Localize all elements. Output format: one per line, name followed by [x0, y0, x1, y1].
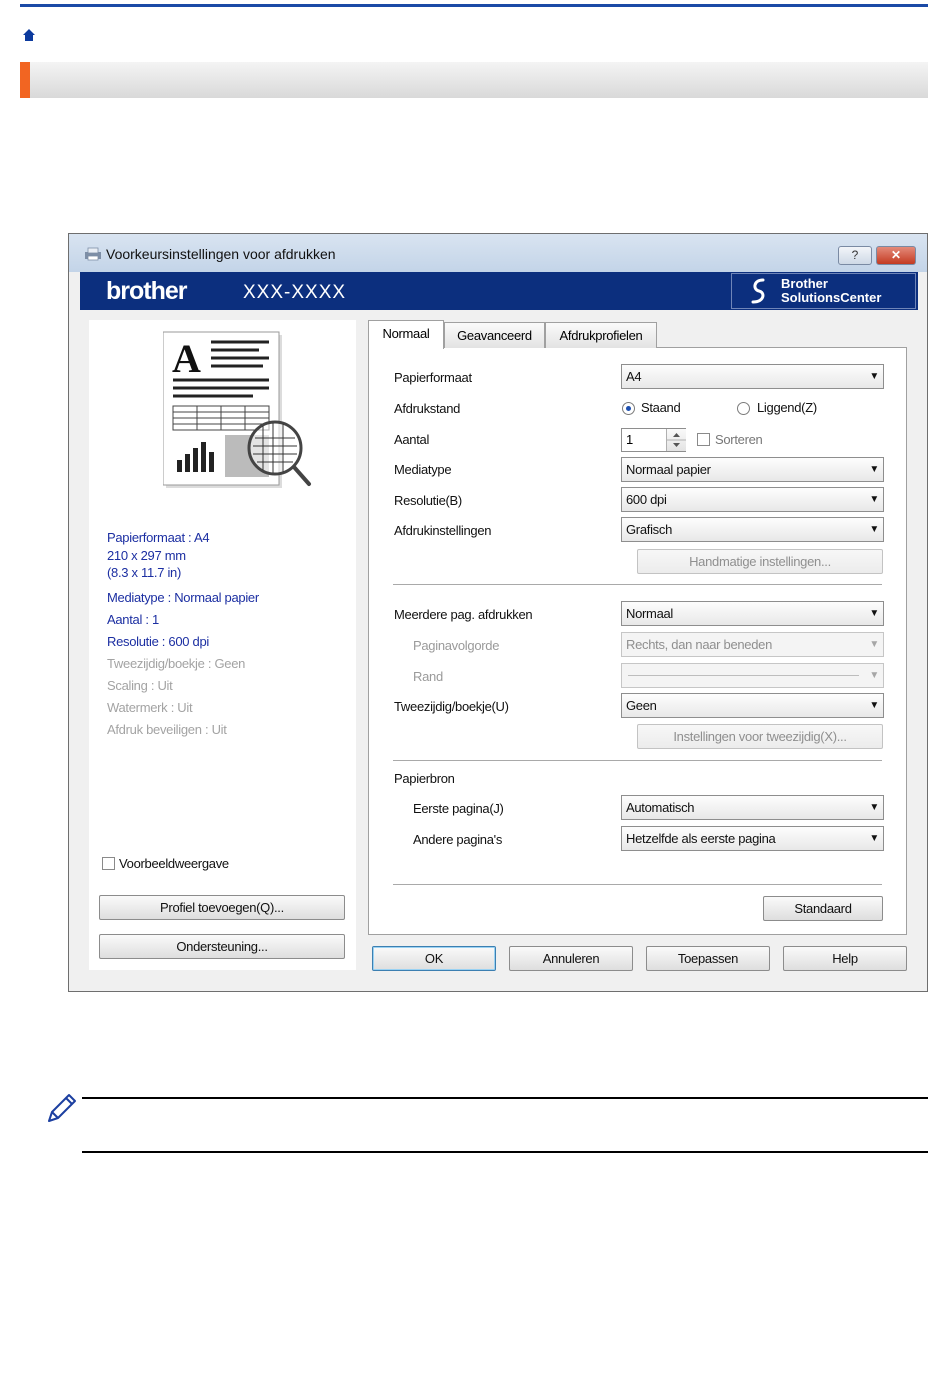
chevron-down-icon: ▼ — [869, 464, 879, 475]
stepper-arrows-icon — [667, 433, 686, 447]
default-button[interactable]: Standaard — [763, 896, 883, 921]
ok-button[interactable]: OK — [372, 946, 496, 971]
other-pages-select[interactable]: Hetzelfde als eerste pagina ▼ — [621, 826, 884, 851]
manual-settings-button[interactable]: Handmatige instellingen... — [637, 549, 883, 574]
duplex-settings-button[interactable]: Instellingen voor tweezijdig(X)... — [637, 724, 883, 749]
chevron-down-icon: ▼ — [869, 608, 879, 619]
paper-size-label: Papierformaat — [394, 370, 472, 385]
border-select[interactable]: ▼ — [621, 663, 884, 688]
add-profile-button[interactable]: Profiel toevoegen(Q)... — [99, 895, 345, 920]
dialog-title: Voorkeursinstellingen voor afdrukken — [106, 246, 336, 262]
other-pages-label: Andere pagina's — [413, 832, 503, 847]
help-title-button[interactable]: ? — [838, 246, 872, 265]
first-page-select[interactable]: Automatisch ▼ — [621, 795, 884, 820]
chevron-down-icon: ▼ — [869, 700, 879, 711]
section-heading-bar — [20, 62, 928, 98]
divider — [393, 760, 882, 761]
brother-logo: brother — [106, 277, 187, 305]
media-label: Mediatype — [394, 462, 452, 477]
chevron-down-icon: ▼ — [869, 494, 879, 505]
summary-duplex: Tweezijdig/boekje : Geen — [107, 656, 246, 671]
resolution-select[interactable]: 600 dpi ▼ — [621, 487, 884, 512]
cancel-button[interactable]: Annuleren — [509, 946, 633, 971]
summary-paper: Papierformaat : A4 — [107, 530, 210, 545]
multipage-select[interactable]: Normaal ▼ — [621, 601, 884, 626]
portrait-radio[interactable] — [622, 402, 635, 415]
pencil-icon — [48, 1094, 76, 1122]
chevron-down-icon: ▼ — [869, 371, 879, 382]
chevron-down-icon: ▼ — [869, 639, 879, 650]
border-line-sample — [628, 675, 859, 676]
divider — [393, 584, 882, 585]
portrait-label[interactable]: Staand — [641, 400, 681, 415]
home-icon[interactable] — [22, 28, 36, 42]
landscape-label[interactable]: Liggend(Z) — [757, 400, 817, 415]
chevron-down-icon: ▼ — [869, 524, 879, 535]
paper-size-select[interactable]: A4 ▼ — [621, 364, 884, 389]
chevron-down-icon: ▼ — [869, 670, 879, 681]
apply-button[interactable]: Toepassen — [646, 946, 770, 971]
page-order-select[interactable]: Rechts, dan naar beneden ▼ — [621, 632, 884, 657]
support-button[interactable]: Ondersteuning... — [99, 934, 345, 959]
tab-geavanceerd[interactable]: Geavanceerd — [444, 322, 545, 348]
duplex-select[interactable]: Geen ▼ — [621, 693, 884, 718]
close-button[interactable]: ✕ — [876, 246, 916, 265]
summary-scaling: Scaling : Uit — [107, 678, 173, 693]
chevron-down-icon: ▼ — [869, 833, 879, 844]
svg-text:A: A — [172, 336, 201, 381]
copies-label: Aantal — [394, 432, 430, 447]
border-label: Rand — [413, 669, 443, 684]
divider — [393, 884, 882, 885]
orientation-label: Afdrukstand — [394, 401, 461, 416]
heading-accent — [20, 62, 30, 98]
print-settings-label: Afdrukinstellingen — [394, 523, 492, 538]
summary-resolution: Resolutie : 600 dpi — [107, 634, 209, 649]
summary-media: Mediatype : Normaal papier — [107, 590, 259, 605]
landscape-radio[interactable] — [737, 402, 750, 415]
tab-normaal[interactable]: Normaal — [368, 320, 444, 349]
copies-stepper[interactable] — [666, 429, 686, 451]
print-settings-select[interactable]: Grafisch ▼ — [621, 517, 884, 542]
note-bottom-rule — [82, 1151, 928, 1153]
summary-copies: Aantal : 1 — [107, 612, 159, 627]
top-rule — [20, 4, 928, 7]
chevron-down-icon: ▼ — [869, 802, 879, 813]
summary-size-in: (8.3 x 11.7 in) — [107, 565, 182, 580]
collate-checkbox[interactable] — [697, 433, 710, 446]
summary-secure: Afdruk beveiligen : Uit — [107, 722, 227, 737]
preview-checkbox[interactable] — [102, 857, 115, 870]
page-order-label: Paginavolgorde — [413, 638, 500, 653]
collate-label[interactable]: Sorteren — [715, 432, 763, 447]
first-page-label: Eerste pagina(J) — [413, 801, 504, 816]
tab-afdrukprofielen[interactable]: Afdrukprofielen — [545, 322, 657, 348]
page-preview-image: A — [163, 331, 311, 488]
preview-checkbox-label[interactable]: Voorbeeldweergave — [119, 856, 229, 871]
duplex-label: Tweezijdig/boekje(U) — [394, 699, 509, 714]
note-top-rule — [82, 1097, 928, 1099]
media-select[interactable]: Normaal papier ▼ — [621, 457, 884, 482]
resolution-label: Resolutie(B) — [394, 493, 462, 508]
multipage-label: Meerdere pag. afdrukken — [394, 607, 533, 622]
model-name: XXX-XXXX — [243, 282, 347, 303]
summary-size-mm: 210 x 297 mm — [107, 548, 186, 563]
help-button[interactable]: Help — [783, 946, 907, 971]
solutions-center-label: Brother SolutionsCenter — [781, 276, 882, 305]
solutions-center-icon — [751, 278, 765, 304]
printer-icon — [85, 247, 101, 261]
summary-watermark: Watermerk : Uit — [107, 700, 193, 715]
paper-source-label: Papierbron — [394, 771, 455, 786]
